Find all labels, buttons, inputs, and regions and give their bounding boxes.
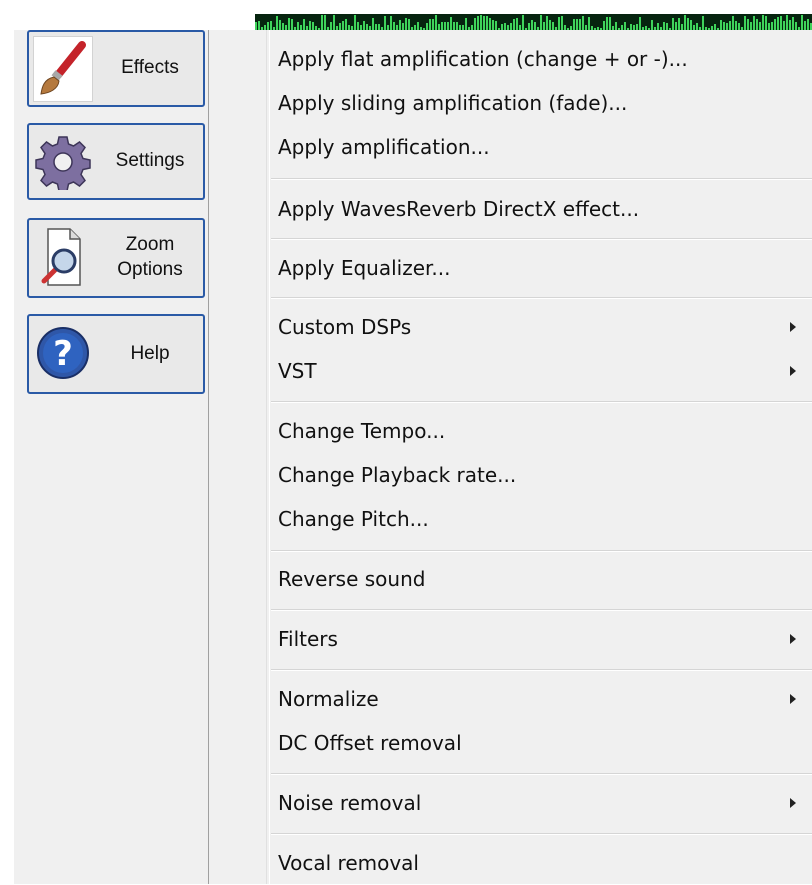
menu-item-vocal-removal[interactable]: Vocal removal xyxy=(269,841,812,885)
menu-item-amplification[interactable]: Apply amplification... xyxy=(269,125,812,169)
zoom-label-line2: Options xyxy=(117,259,183,280)
zoom-options-label: Zoom Options xyxy=(99,220,201,296)
menu-separator xyxy=(271,178,812,180)
help-label: Help xyxy=(130,342,170,364)
menu-item-vst[interactable]: VST xyxy=(269,349,812,393)
menu-item-normalize[interactable]: Normalize xyxy=(269,677,812,721)
menu-item-sliding-amplification[interactable]: Apply sliding amplification (fade)... xyxy=(269,81,812,125)
menu-item-label: Noise removal xyxy=(278,791,422,815)
settings-button[interactable]: Settings xyxy=(27,123,205,200)
menu-item-label: Apply amplification... xyxy=(278,135,490,159)
zoom-label-line1: Zoom xyxy=(125,234,175,256)
menu-separator xyxy=(271,401,812,403)
menu-item-label: Reverse sound xyxy=(278,567,426,591)
submenu-arrow-icon xyxy=(790,694,796,704)
zoom-options-button[interactable]: Zoom Options xyxy=(27,218,205,298)
submenu-arrow-icon xyxy=(790,322,796,332)
menu-item-label: Apply WavesReverb DirectX effect... xyxy=(278,197,640,221)
menu-item-label: Apply sliding amplification (fade)... xyxy=(278,91,628,115)
submenu-arrow-icon xyxy=(790,798,796,808)
menu-separator xyxy=(271,238,812,240)
menu-item-wavesreverb[interactable]: Apply WavesReverb DirectX effect... xyxy=(269,187,812,231)
submenu-arrow-icon xyxy=(790,634,796,644)
svg-text:?: ? xyxy=(53,334,73,374)
menu-item-label: VST xyxy=(278,359,317,383)
help-button[interactable]: ? Help xyxy=(27,314,205,394)
menu-separator xyxy=(271,609,812,611)
menu-item-noise-removal[interactable]: Noise removal xyxy=(269,781,812,825)
help-icon: ? xyxy=(33,320,93,386)
magnifier-icon xyxy=(33,224,93,290)
menu-item-label: Apply flat amplification (change + or -)… xyxy=(278,47,688,71)
menu-item-label: Custom DSPs xyxy=(278,315,412,339)
menu-separator xyxy=(271,669,812,671)
menu-item-equalizer[interactable]: Apply Equalizer... xyxy=(269,246,812,290)
effects-dropdown-menu: Apply flat amplification (change + or -)… xyxy=(208,30,812,884)
menu-item-label: Apply Equalizer... xyxy=(278,256,451,280)
menu-item-change-playback-rate[interactable]: Change Playback rate... xyxy=(269,453,812,497)
menu-item-label: Change Playback rate... xyxy=(278,463,517,487)
menu-item-change-tempo[interactable]: Change Tempo... xyxy=(269,409,812,453)
menu-item-custom-dsps[interactable]: Custom DSPs xyxy=(269,305,812,349)
menu-item-label: Filters xyxy=(278,627,338,651)
menu-item-label: Change Pitch... xyxy=(278,507,429,531)
menu-separator xyxy=(271,297,812,299)
menu-separator xyxy=(271,550,812,552)
menu-item-label: DC Offset removal xyxy=(278,731,462,755)
menu-item-change-pitch[interactable]: Change Pitch... xyxy=(269,497,812,541)
gear-icon xyxy=(33,129,93,195)
effects-label: Effects xyxy=(121,57,179,79)
effects-button[interactable]: Effects xyxy=(27,30,205,107)
paintbrush-icon xyxy=(33,36,93,102)
menu-item-filters[interactable]: Filters xyxy=(269,617,812,661)
menu-item-flat-amplification[interactable]: Apply flat amplification (change + or -)… xyxy=(269,37,812,81)
menu-separator xyxy=(271,773,812,775)
menu-item-label: Vocal removal xyxy=(278,851,419,875)
submenu-arrow-icon xyxy=(790,366,796,376)
menu-separator xyxy=(271,833,812,835)
left-toolbar: Effects Settings Zoom Options ? Help xyxy=(14,30,211,884)
menu-item-label: Change Tempo... xyxy=(278,419,446,443)
menu-item-label: Normalize xyxy=(278,687,379,711)
menu-item-dc-offset-removal[interactable]: DC Offset removal xyxy=(269,721,812,765)
settings-label: Settings xyxy=(115,150,185,172)
menu-item-reverse-sound[interactable]: Reverse sound xyxy=(269,557,812,601)
